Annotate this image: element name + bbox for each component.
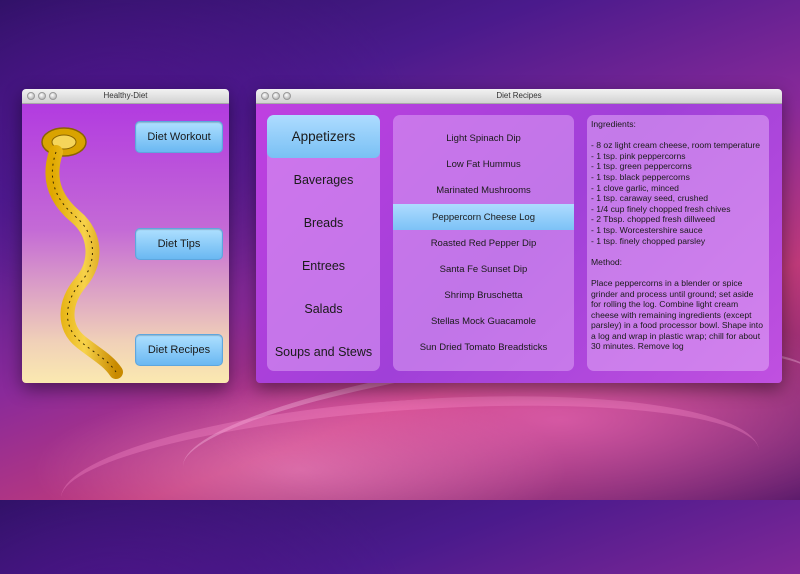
background-swirl — [55, 375, 765, 574]
measuring-tape-icon — [41, 127, 123, 379]
minimize-window-icon[interactable] — [38, 92, 46, 100]
minimize-window-icon[interactable] — [272, 92, 280, 100]
recipe-detail-panel[interactable]: Ingredients: - 8 oz light cream cheese, … — [587, 115, 769, 371]
category-item-salads[interactable]: Salads — [267, 287, 380, 330]
diet-tips-button[interactable]: Diet Tips — [135, 228, 223, 260]
recipe-item[interactable]: Light Spinach Dip — [393, 125, 574, 151]
recipe-item[interactable]: Santa Fe Sunset Dip — [393, 256, 574, 282]
close-window-icon[interactable] — [261, 92, 269, 100]
recipe-detail-text: Ingredients: - 8 oz light cream cheese, … — [591, 119, 763, 352]
category-list[interactable]: Appetizers Baverages Breads Entrees Sala… — [267, 115, 380, 371]
recipe-item[interactable]: Sun Dried Tomato Breadsticks — [393, 334, 574, 360]
recipe-item[interactable]: Low Fat Hummus — [393, 151, 574, 177]
category-item-entrees[interactable]: Entrees — [267, 244, 380, 287]
window-controls — [27, 92, 57, 100]
recipe-list[interactable]: Light Spinach Dip Low Fat Hummus Marinat… — [393, 115, 574, 371]
diet-recipes-content: Appetizers Baverages Breads Entrees Sala… — [256, 104, 782, 383]
healthy-diet-titlebar[interactable]: Healthy-Diet — [22, 89, 229, 104]
zoom-window-icon[interactable] — [283, 92, 291, 100]
recipe-item[interactable]: Stellas Mock Guacamole — [393, 308, 574, 334]
diet-recipes-titlebar[interactable]: Diet Recipes — [256, 89, 782, 104]
recipe-item-selected[interactable]: Peppercorn Cheese Log — [393, 204, 574, 230]
category-item-appetizers[interactable]: Appetizers — [267, 115, 380, 158]
diet-recipes-window: Diet Recipes Appetizers Baverages Breads… — [256, 89, 782, 383]
recipe-item[interactable]: Shrimp Bruschetta — [393, 282, 574, 308]
window-title: Healthy-Diet — [103, 91, 148, 100]
healthy-diet-window: Healthy-Diet Diet Workout Diet Tips Diet… — [22, 89, 229, 383]
recipe-item[interactable]: Marinated Mushrooms — [393, 177, 574, 203]
zoom-window-icon[interactable] — [49, 92, 57, 100]
window-title: Diet Recipes — [496, 91, 542, 100]
diet-recipes-button[interactable]: Diet Recipes — [135, 334, 223, 366]
diet-workout-button[interactable]: Diet Workout — [135, 121, 223, 153]
category-item-breads[interactable]: Breads — [267, 201, 380, 244]
recipe-item[interactable]: Roasted Red Pepper Dip — [393, 230, 574, 256]
category-item-soups-and-stews[interactable]: Soups and Stews — [267, 330, 380, 371]
close-window-icon[interactable] — [27, 92, 35, 100]
healthy-diet-content: Diet Workout Diet Tips Diet Recipes — [22, 104, 229, 383]
category-item-baverages[interactable]: Baverages — [267, 158, 380, 201]
window-controls — [261, 92, 291, 100]
